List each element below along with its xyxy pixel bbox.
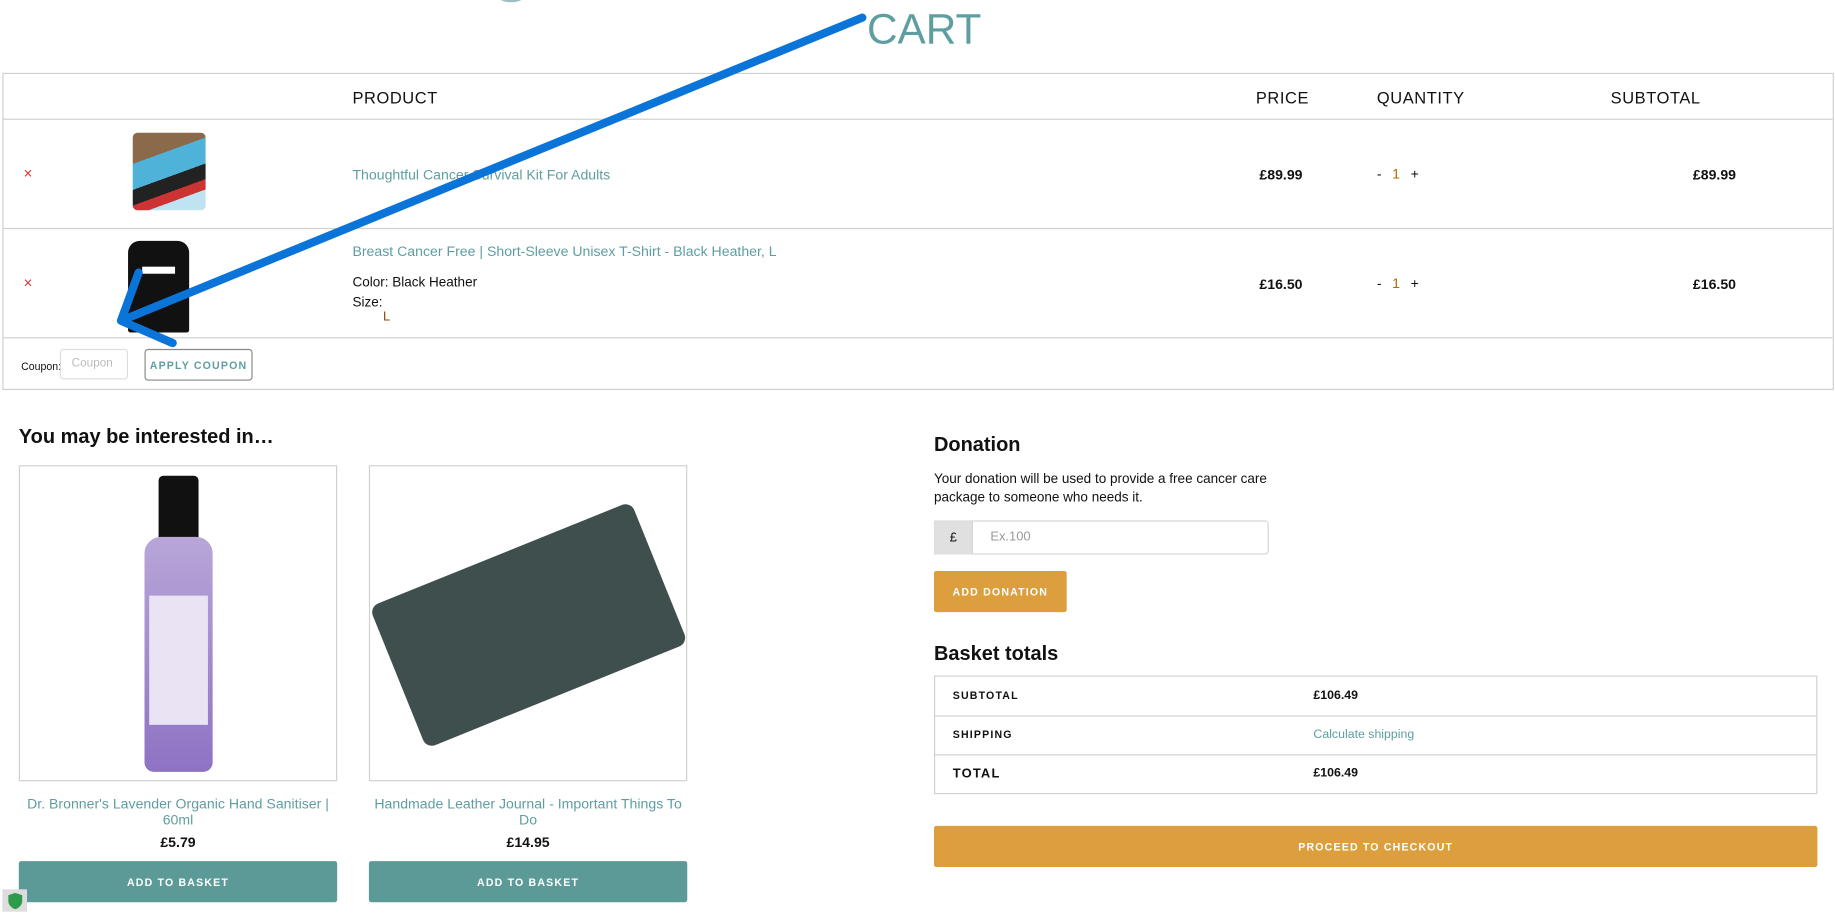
product-thumbnail[interactable] [128, 240, 190, 333]
total-value: £106.49 [1313, 765, 1359, 781]
add-donation-button[interactable]: ADD DONATION [933, 570, 1067, 613]
product-price: £5.79 [160, 834, 196, 851]
header-subtotal: SUBTOTAL [1610, 88, 1701, 107]
cart-table: PRODUCT PRICE QUANTITY SUBTOTAL × Though… [2, 72, 1834, 391]
product-image[interactable] [18, 465, 338, 782]
proceed-to-checkout-button[interactable]: PROCEED TO CHECKOUT [933, 825, 1818, 868]
related-heading: You may be interested in… [18, 425, 274, 448]
decrease-qty-button[interactable]: - [1377, 275, 1382, 291]
page: CART PRODUCT PRICE QUANTITY SUBTOTAL × T… [0, 0, 1835, 913]
variation-size-label: Size: [352, 296, 383, 311]
product-image[interactable] [368, 465, 688, 782]
add-to-basket-button[interactable]: ADD TO BASKET [18, 861, 338, 903]
shipping-label: SHIPPING [952, 728, 1013, 741]
price: £89.99 [1259, 166, 1303, 184]
product-link[interactable]: Thoughtful Cancer Survival Kit For Adult… [352, 167, 610, 183]
increase-qty-button[interactable]: + [1411, 275, 1419, 291]
subtotal: £89.99 [1692, 166, 1737, 184]
product-price: £14.95 [506, 834, 550, 851]
quantity-stepper: -1 + [1377, 275, 1419, 291]
coupon-label: Coupon: [21, 360, 62, 373]
remove-item-button[interactable]: × [23, 274, 32, 292]
product-thumbnail[interactable] [132, 132, 206, 211]
coupon-input[interactable]: Coupon [59, 348, 129, 380]
total-label: TOTAL [952, 767, 1001, 782]
product-link[interactable]: Breast Cancer Free | Short-Sleeve Unisex… [352, 243, 776, 259]
calculate-shipping-link[interactable]: Calculate shipping [1313, 727, 1414, 741]
subtotal-row: SUBTOTAL £106.49 [935, 677, 1816, 716]
product-link[interactable]: Dr. Bronner's Lavender Organic Hand Sani… [19, 795, 337, 828]
add-to-basket-button[interactable]: ADD TO BASKET [368, 861, 688, 903]
quantity-value[interactable]: 1 [1392, 275, 1400, 291]
subtotal: £16.50 [1692, 276, 1737, 293]
total-row: TOTAL £106.49 [935, 754, 1816, 793]
apply-coupon-button[interactable]: APPLY COUPON [144, 348, 253, 381]
logo [491, 0, 532, 3]
donation-text: Your donation will be used to provide a … [933, 472, 1267, 506]
variation-color: Color: Black Heather [352, 276, 478, 291]
header-price: PRICE [1255, 88, 1310, 107]
totals-table: SUBTOTAL £106.49 SHIPPING Calculate shippi… [933, 675, 1818, 795]
shipping-row: SHIPPING Calculate shipping [935, 715, 1816, 754]
product-link[interactable]: Handmade Leather Journal - Important Thi… [369, 795, 687, 828]
header-product: PRODUCT [352, 88, 438, 107]
basket-totals-heading: Basket totals [933, 642, 1059, 665]
shield-icon[interactable] [2, 889, 28, 912]
page-title: CART [867, 4, 982, 53]
donation-heading: Donation [933, 433, 1021, 456]
currency-addon: £ [933, 520, 973, 555]
quantity-value[interactable]: 1 [1392, 166, 1400, 182]
subtotal-value: £106.49 [1313, 688, 1359, 703]
price: £16.50 [1259, 276, 1303, 293]
increase-qty-button[interactable]: + [1411, 166, 1419, 182]
subtotal-label: SUBTOTAL [952, 689, 1019, 702]
variation-size-value: L [382, 310, 391, 325]
header-quantity: QUANTITY [1376, 88, 1465, 107]
quantity-stepper: -1 + [1377, 166, 1419, 182]
decrease-qty-button[interactable]: - [1377, 166, 1382, 182]
remove-item-button[interactable]: × [23, 164, 32, 182]
donation-amount-input[interactable]: Ex.100 [971, 520, 1269, 555]
